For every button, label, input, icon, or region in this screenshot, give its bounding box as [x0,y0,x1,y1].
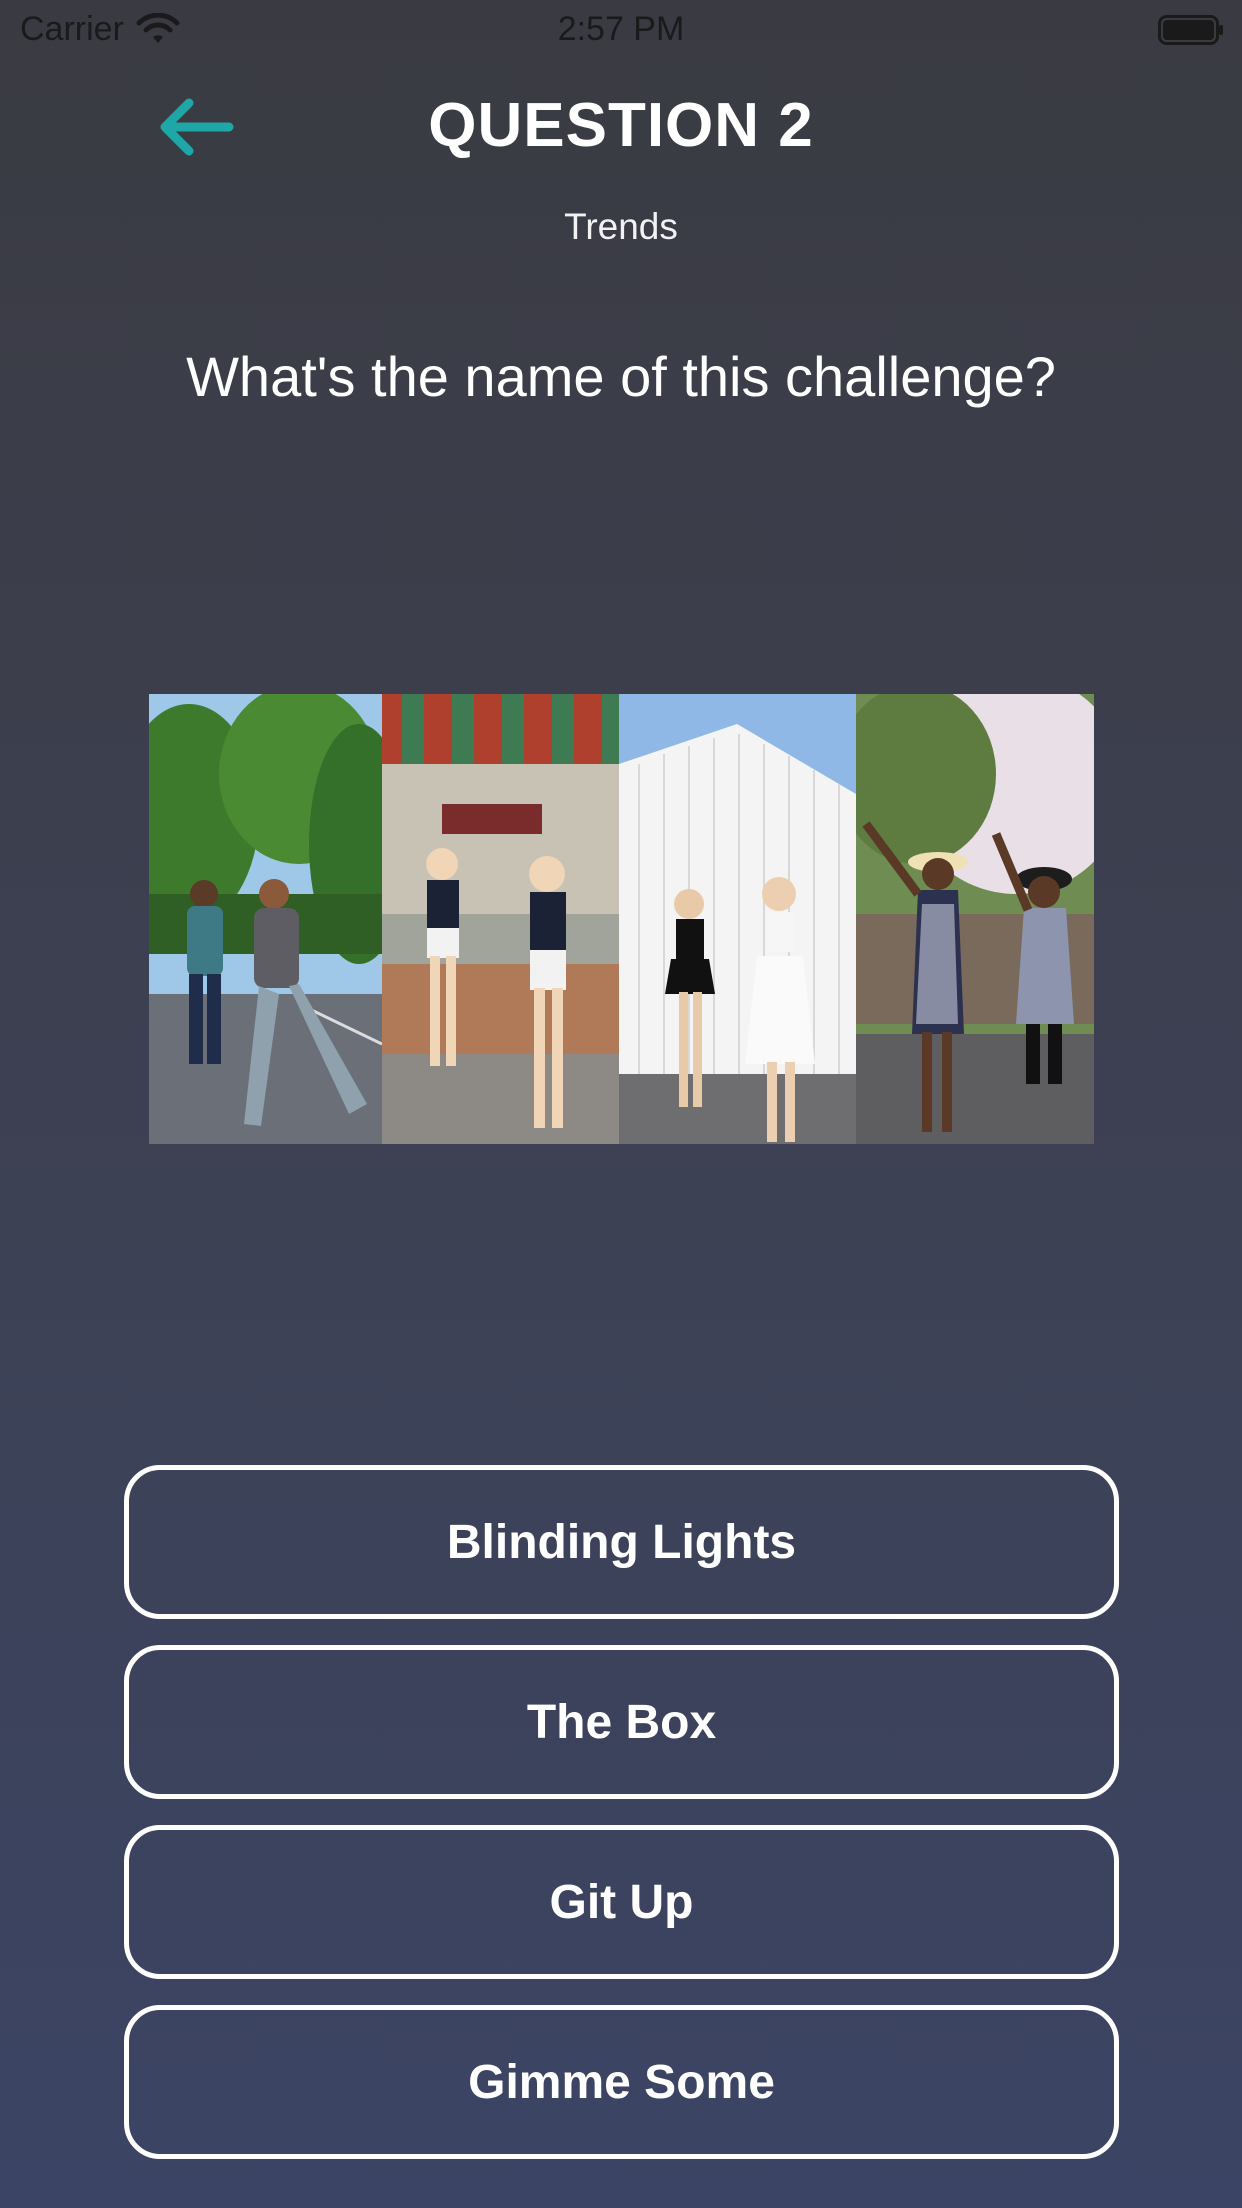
question-text: What's the name of this challenge? [186,345,1056,408]
category-label: Trends [564,206,678,247]
answer-button-1[interactable]: Blinding Lights [124,1465,1119,1619]
image-panel-4 [856,694,1094,1144]
image-panel-3 [619,694,856,1144]
challenge-image [149,694,1094,1144]
image-panel-2 [382,694,619,1144]
page-title: QUESTION 2 [428,91,814,160]
battery-icon [1158,15,1224,45]
answer-button-4[interactable]: Gimme Some [124,2005,1119,2159]
answer-button-3[interactable]: Git Up [124,1825,1119,1979]
answer-button-2[interactable]: The Box [124,1645,1119,1799]
status-time: 2:57 PM [557,10,685,48]
status-bar: Carrier 2:57 PM [0,0,1242,60]
image-panel-1 [149,694,382,1144]
answer-list: Blinding Lights The Box Git Up Gimme Som… [124,1465,1119,2185]
